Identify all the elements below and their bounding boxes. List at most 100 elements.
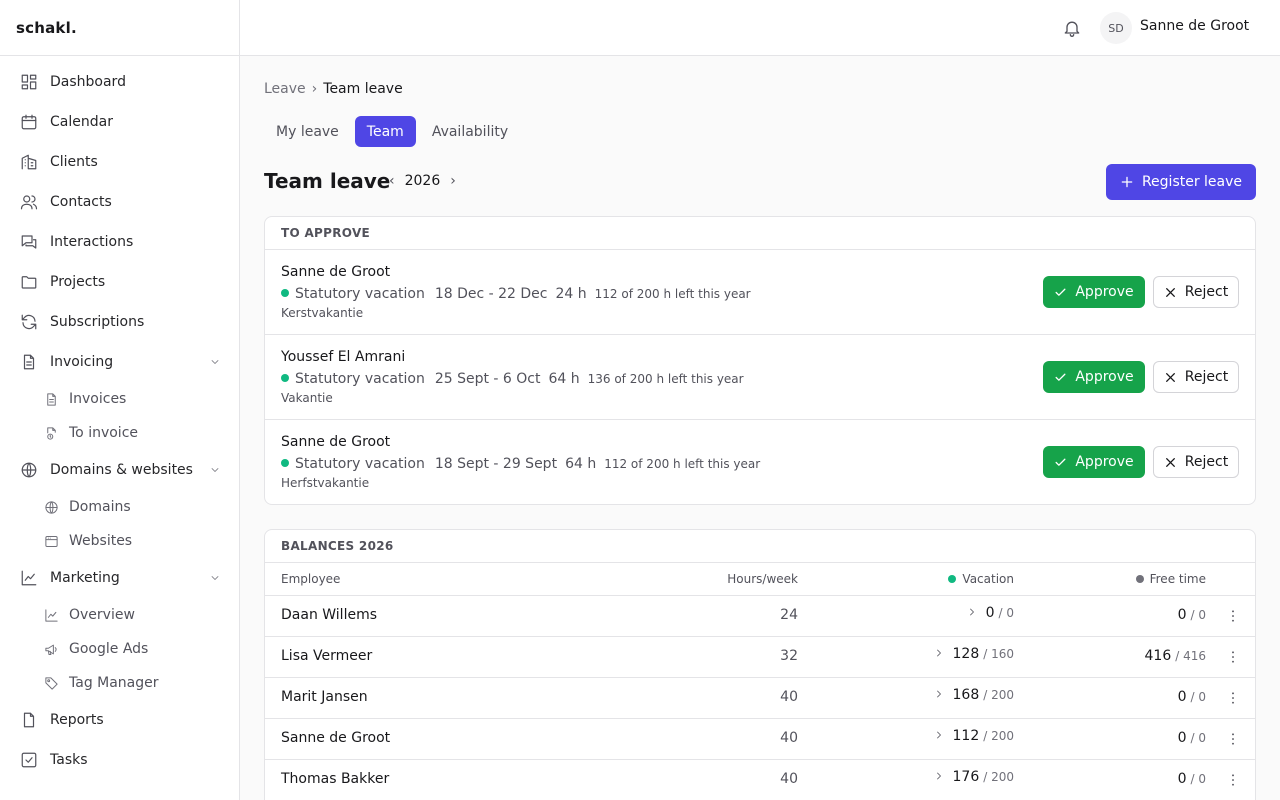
bell-icon[interactable] (1062, 18, 1082, 38)
sidebar-item-dashboard[interactable]: Dashboard (0, 62, 239, 102)
to-approve-card: TO APPROVE Sanne de Groot Statutory vaca… (264, 216, 1256, 505)
request-hours: 24 h (555, 286, 587, 302)
more-vertical-icon[interactable] (1225, 649, 1241, 665)
chevron-down-icon[interactable] (209, 572, 221, 584)
close-icon (1164, 371, 1177, 384)
sidebar-item-projects[interactable]: Projects (0, 262, 239, 302)
request-type: Statutory vacation (295, 456, 425, 472)
reject-label: Reject (1184, 369, 1229, 385)
sidebar-item-domains[interactable]: Domains (0, 490, 239, 524)
sidebar-item-subscriptions[interactable]: Subscriptions (0, 302, 239, 342)
tab-availability[interactable]: Availability (420, 116, 520, 147)
vacation-total: / 160 (983, 647, 1014, 661)
sidebar-item-reports[interactable]: Reports (0, 700, 239, 740)
hours-per-week: 40 (780, 730, 798, 746)
chevron-right-icon[interactable] (966, 606, 978, 618)
vacation-dot (281, 459, 289, 467)
sidebar-item-label: Overview (69, 607, 135, 623)
approve-button[interactable]: Approve (1043, 446, 1145, 478)
sidebar-item-clients[interactable]: Clients (0, 142, 239, 182)
column-free-time[interactable]: Free time (1135, 572, 1206, 586)
reject-button[interactable]: Reject (1153, 276, 1239, 308)
avatar[interactable]: SD (1100, 12, 1132, 44)
sidebar-item-domains-websites[interactable]: Domains & websites (0, 450, 239, 490)
table-row[interactable]: Sanne de Groot 40 112 / 200 0 / 0 (265, 719, 1255, 760)
approve-button[interactable]: Approve (1043, 276, 1145, 308)
reject-button[interactable]: Reject (1153, 361, 1239, 393)
close-icon (1164, 286, 1177, 299)
sidebar-item-websites[interactable]: Websites (0, 524, 239, 558)
tab-team[interactable]: Team (354, 116, 416, 147)
register-leave-label: Register leave (1141, 174, 1243, 190)
free-time-total: / 0 (1190, 690, 1207, 704)
sidebar-item-label: Tag Manager (69, 675, 159, 691)
table-row[interactable]: Thomas Bakker 40 176 / 200 0 / 0 (265, 760, 1255, 800)
sidebar-nav: Dashboard Calendar Clients Contacts Inte… (0, 56, 239, 780)
tab-my-leave[interactable]: My leave (264, 116, 351, 147)
chevron-right-icon[interactable] (933, 647, 945, 659)
more-vertical-icon[interactable] (1225, 731, 1241, 747)
vacation-total: / 200 (983, 770, 1014, 784)
sidebar-item-tasks[interactable]: Tasks (0, 740, 239, 780)
sidebar-item-invoicing[interactable]: Invoicing (0, 342, 239, 382)
free-time-balance: 0 / 0 (1178, 689, 1206, 705)
approve-button[interactable]: Approve (1043, 361, 1145, 393)
sidebar-item-invoices[interactable]: Invoices (0, 382, 239, 416)
vacation-dot (281, 374, 289, 382)
sidebar-item-overview[interactable]: Overview (0, 598, 239, 632)
prev-year-button[interactable]: ‹ (389, 173, 395, 189)
column-employee[interactable]: Employee (281, 572, 340, 586)
more-vertical-icon[interactable] (1225, 608, 1241, 624)
check-square-icon (20, 751, 38, 769)
page-title: Team leave (264, 169, 391, 193)
sidebar-item-interactions[interactable]: Interactions (0, 222, 239, 262)
table-row[interactable]: Lisa Vermeer 32 128 / 160 416 / 416 (265, 637, 1255, 678)
chevron-right-icon[interactable] (933, 688, 945, 700)
column-hours-week[interactable]: Hours/week (727, 572, 798, 586)
close-icon (1164, 456, 1177, 469)
sidebar-item-google-ads[interactable]: Google Ads (0, 632, 239, 666)
balances-card: BALANCES 2026 Employee Hours/week Vacati… (264, 529, 1256, 800)
sidebar-item-label: Dashboard (50, 74, 126, 90)
building-icon (20, 153, 38, 171)
column-vacation[interactable]: Vacation (948, 572, 1014, 586)
sidebar-item-contacts[interactable]: Contacts (0, 182, 239, 222)
user-name[interactable]: Sanne de Groot (1140, 18, 1249, 34)
employee-name: Lisa Vermeer (281, 648, 373, 664)
approve-label: Approve (1075, 369, 1134, 385)
hours-per-week: 32 (780, 648, 798, 664)
vacation-balance: 0 / 0 (966, 605, 1014, 621)
register-leave-button[interactable]: Register leave (1106, 164, 1256, 200)
reject-button[interactable]: Reject (1153, 446, 1239, 478)
sidebar-item-marketing[interactable]: Marketing (0, 558, 239, 598)
more-vertical-icon[interactable] (1225, 690, 1241, 706)
breadcrumb-current: Team leave (323, 81, 403, 97)
vacation-used: 128 (952, 646, 980, 662)
year-label: 2026 (404, 173, 441, 189)
request-dates: 18 Dec - 22 Dec (434, 286, 548, 302)
chevron-down-icon[interactable] (209, 356, 221, 368)
chevron-right-icon[interactable] (933, 729, 945, 741)
breadcrumb-parent[interactable]: Leave (264, 81, 306, 97)
chevron-right-icon[interactable] (933, 770, 945, 782)
next-year-button[interactable]: › (450, 173, 456, 189)
sidebar-item-tag-manager[interactable]: Tag Manager (0, 666, 239, 700)
leave-request: Youssef El Amrani Statutory vacation 25 … (265, 335, 1255, 420)
calendar-icon (20, 113, 38, 131)
employee-name: Thomas Bakker (281, 771, 390, 787)
globe-icon (20, 461, 38, 479)
free-time-balance: 416 / 416 (1145, 648, 1207, 664)
more-vertical-icon[interactable] (1225, 772, 1241, 788)
sidebar-item-calendar[interactable]: Calendar (0, 102, 239, 142)
free-time-used: 0 (1177, 771, 1187, 787)
folder-icon (20, 273, 38, 291)
breadcrumb: Leave › Team leave (264, 81, 403, 97)
chevron-down-icon[interactable] (209, 464, 221, 476)
free-time-dot (1135, 575, 1144, 583)
table-row[interactable]: Marit Jansen 40 168 / 200 0 / 0 (265, 678, 1255, 719)
app-logo[interactable]: schakl. (0, 0, 239, 56)
file-text-icon (20, 353, 38, 371)
table-row[interactable]: Daan Willems 24 0 / 0 0 / 0 (265, 596, 1255, 637)
sidebar-item-to-invoice[interactable]: To invoice (0, 416, 239, 450)
reject-label: Reject (1184, 454, 1229, 470)
